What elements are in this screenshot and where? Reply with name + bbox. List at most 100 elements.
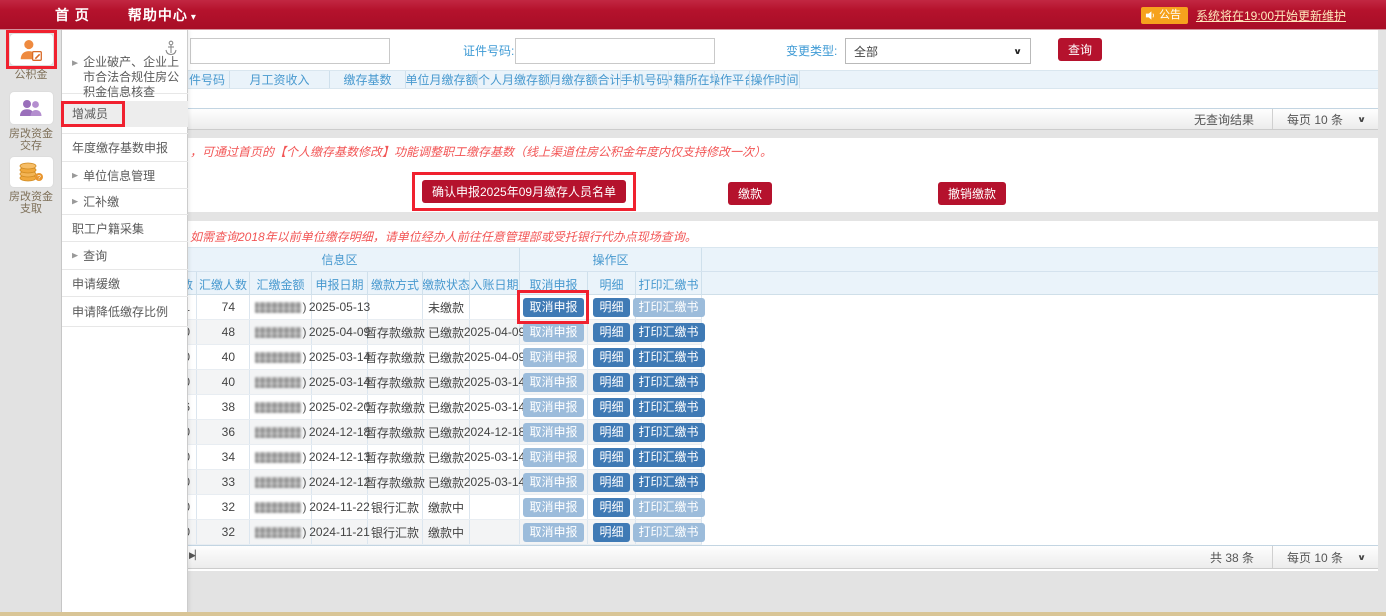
pay-button[interactable]: 缴款 xyxy=(728,182,772,205)
cancel-declare-button[interactable]: 取消申报 xyxy=(523,373,583,392)
print-button[interactable]: 打印汇缴书 xyxy=(633,423,705,442)
cancel-declare-button[interactable]: 取消申报 xyxy=(523,498,583,517)
menu-item-3[interactable]: 年度缴存基数申报 xyxy=(62,134,188,162)
print-button[interactable]: 打印汇缴书 xyxy=(633,523,705,542)
cert-number-input[interactable] xyxy=(515,38,715,64)
cancel-declare-button[interactable]: 取消申报 xyxy=(523,348,583,367)
fanggai-withdraw-card[interactable]: ? xyxy=(9,156,54,188)
expand-arrow-icon: ▶ xyxy=(72,197,78,205)
cell-entry-date: 2025-03-14 xyxy=(470,370,520,394)
confirm-declare-button[interactable]: 确认申报2025年09月缴存人员名单 xyxy=(422,180,626,203)
cell-print: 打印汇缴书 xyxy=(636,470,702,494)
chevron-down-icon[interactable]: ∨ xyxy=(1357,552,1366,562)
cell-amount: ) xyxy=(250,520,312,544)
print-button[interactable]: 打印汇缴书 xyxy=(633,298,705,317)
chevron-down-icon[interactable]: ∨ xyxy=(1357,114,1366,124)
nav-help-center[interactable]: 帮助中心▾ xyxy=(128,5,197,25)
cancel-declare-button[interactable]: 取消申报 xyxy=(523,448,583,467)
section-divider xyxy=(62,212,1378,221)
cancel-declare-button[interactable]: 取消申报 xyxy=(523,423,583,442)
keyword-input[interactable] xyxy=(190,38,390,64)
print-button[interactable]: 打印汇缴书 xyxy=(633,348,705,367)
expand-arrow-icon: ▶ xyxy=(72,56,78,70)
detail-button[interactable]: 明细 xyxy=(593,473,629,492)
fanggai-deposit-card[interactable] xyxy=(9,91,54,125)
amount-suffix: ) xyxy=(303,300,307,314)
cancel-pay-button[interactable]: 撤销缴款 xyxy=(938,182,1006,205)
table-row: 638)2025-02-20暂存款缴款已缴款2025-03-14取消申报明细打印… xyxy=(160,395,702,420)
table-row: 033)2024-12-12暂存款缴款已缴款2025-03-14取消申报明细打印… xyxy=(160,470,702,495)
detail-button[interactable]: 明细 xyxy=(593,498,629,517)
detail-button[interactable]: 明细 xyxy=(593,398,629,417)
side-menu-panel: ▶企业破产、企业上市合法合规住房公积金信息核查增减员年度缴存基数申报▶单位信息管… xyxy=(62,30,188,612)
masked-amount xyxy=(255,502,301,513)
cancel-declare-button[interactable]: 取消申报 xyxy=(523,398,583,417)
cell-cancel-declare: 取消申报 xyxy=(520,445,588,469)
table-row: 174)2025-05-13未缴款取消申报明细打印汇缴书 xyxy=(160,295,702,320)
menu-item-8[interactable]: 申请缓缴 xyxy=(62,270,188,297)
nav-home[interactable]: 首 页 xyxy=(55,5,90,25)
amount-suffix: ) xyxy=(303,475,307,489)
cell-detail: 明细 xyxy=(588,420,636,444)
cell-cancel-declare: 取消申报 xyxy=(520,395,588,419)
t2-col-header-5: 缴款方式 xyxy=(368,272,423,296)
print-button[interactable]: 打印汇缴书 xyxy=(633,398,705,417)
gongjijin-card[interactable] xyxy=(9,33,54,66)
menu-item-4[interactable]: ▶单位信息管理 xyxy=(62,162,188,189)
employee-table-pager: 无查询结果 每页 10 条 ∨ xyxy=(62,108,1378,130)
menu-item-6[interactable]: 职工户籍采集 xyxy=(62,215,188,242)
detail-button[interactable]: 明细 xyxy=(593,423,629,442)
print-button[interactable]: 打印汇缴书 xyxy=(633,498,705,517)
page-size-select[interactable]: 每页 10 条 xyxy=(1287,111,1343,128)
rail-label: 房改资金 支取 xyxy=(0,191,62,215)
detail-button[interactable]: 明细 xyxy=(593,448,629,467)
bottom-border-line xyxy=(0,612,1386,616)
detail-button[interactable]: 明细 xyxy=(593,373,629,392)
cell-entry-date: 2025-04-09 xyxy=(470,320,520,344)
menu-item-1[interactable]: ▶企业破产、企业上市合法合规住房公积金信息核查 xyxy=(62,60,188,94)
t1-col-header-4: 单位月缴存额 xyxy=(406,71,478,88)
menu-item-9[interactable]: 申请降低缴存比例 xyxy=(62,297,188,327)
cell-declare-date: 2025-03-14 xyxy=(312,345,368,369)
menu-item-2[interactable]: 增减员 xyxy=(62,94,188,134)
cancel-declare-button[interactable]: 取消申报 xyxy=(523,523,583,542)
detail-button[interactable]: 明细 xyxy=(593,348,629,367)
menu-item-inner: 申请缓缴 xyxy=(62,270,188,296)
cell-amount: ) xyxy=(250,345,312,369)
search-button[interactable]: 查询 xyxy=(1058,38,1102,61)
sidebar-rail: 公积金 房改资金 交存 ? xyxy=(0,30,62,612)
detail-button[interactable]: 明细 xyxy=(593,323,629,342)
cell-declare-date: 2025-02-20 xyxy=(312,395,368,419)
t2-col-header-7: 入账日期 xyxy=(470,272,520,296)
t1-col-header-8: 户籍所在地 xyxy=(669,71,715,88)
total-count-text: 共 38 条 xyxy=(1210,549,1254,566)
cell-detail: 明细 xyxy=(588,445,636,469)
cell-print: 打印汇缴书 xyxy=(636,445,702,469)
print-button[interactable]: 打印汇缴书 xyxy=(633,473,705,492)
change-type-select[interactable]: 全部 ∨ xyxy=(845,38,1031,64)
cell-pay-method: 暂存款缴款 xyxy=(368,395,423,419)
change-type-value: 全部 xyxy=(854,43,878,60)
people-icon xyxy=(17,95,45,121)
detail-button[interactable]: 明细 xyxy=(593,523,629,542)
page-size-select[interactable]: 每页 10 条 xyxy=(1287,549,1343,566)
scroll-end-icon[interactable]: ▶▏ xyxy=(189,550,201,561)
cell-print: 打印汇缴书 xyxy=(636,495,702,519)
person-edit-icon xyxy=(18,37,44,63)
cell-detail: 明细 xyxy=(588,295,636,319)
print-button[interactable]: 打印汇缴书 xyxy=(633,373,705,392)
menu-item-inner: ▶企业破产、企业上市合法合规住房公积金信息核查 xyxy=(62,53,188,100)
print-button[interactable]: 打印汇缴书 xyxy=(633,448,705,467)
cancel-declare-button[interactable]: 取消申报 xyxy=(523,473,583,492)
cancel-declare-button[interactable]: 取消申报 xyxy=(523,323,583,342)
cell-people: 36 xyxy=(197,420,250,444)
maintenance-notice-link[interactable]: 系统将在19:00开始更新维护 xyxy=(1196,7,1346,24)
cancel-declare-button[interactable]: 取消申报 xyxy=(523,298,583,317)
print-button[interactable]: 打印汇缴书 xyxy=(633,323,705,342)
cell-entry-date: 2025-03-14 xyxy=(470,470,520,494)
confirm-declare-wrap: 确认申报2025年09月缴存人员名单 xyxy=(422,180,626,203)
detail-button[interactable]: 明细 xyxy=(593,298,629,317)
menu-item-7[interactable]: ▶查询 xyxy=(62,242,188,270)
menu-item-5[interactable]: ▶汇补缴 xyxy=(62,189,188,215)
empty-result-text: 无查询结果 xyxy=(1194,111,1254,128)
